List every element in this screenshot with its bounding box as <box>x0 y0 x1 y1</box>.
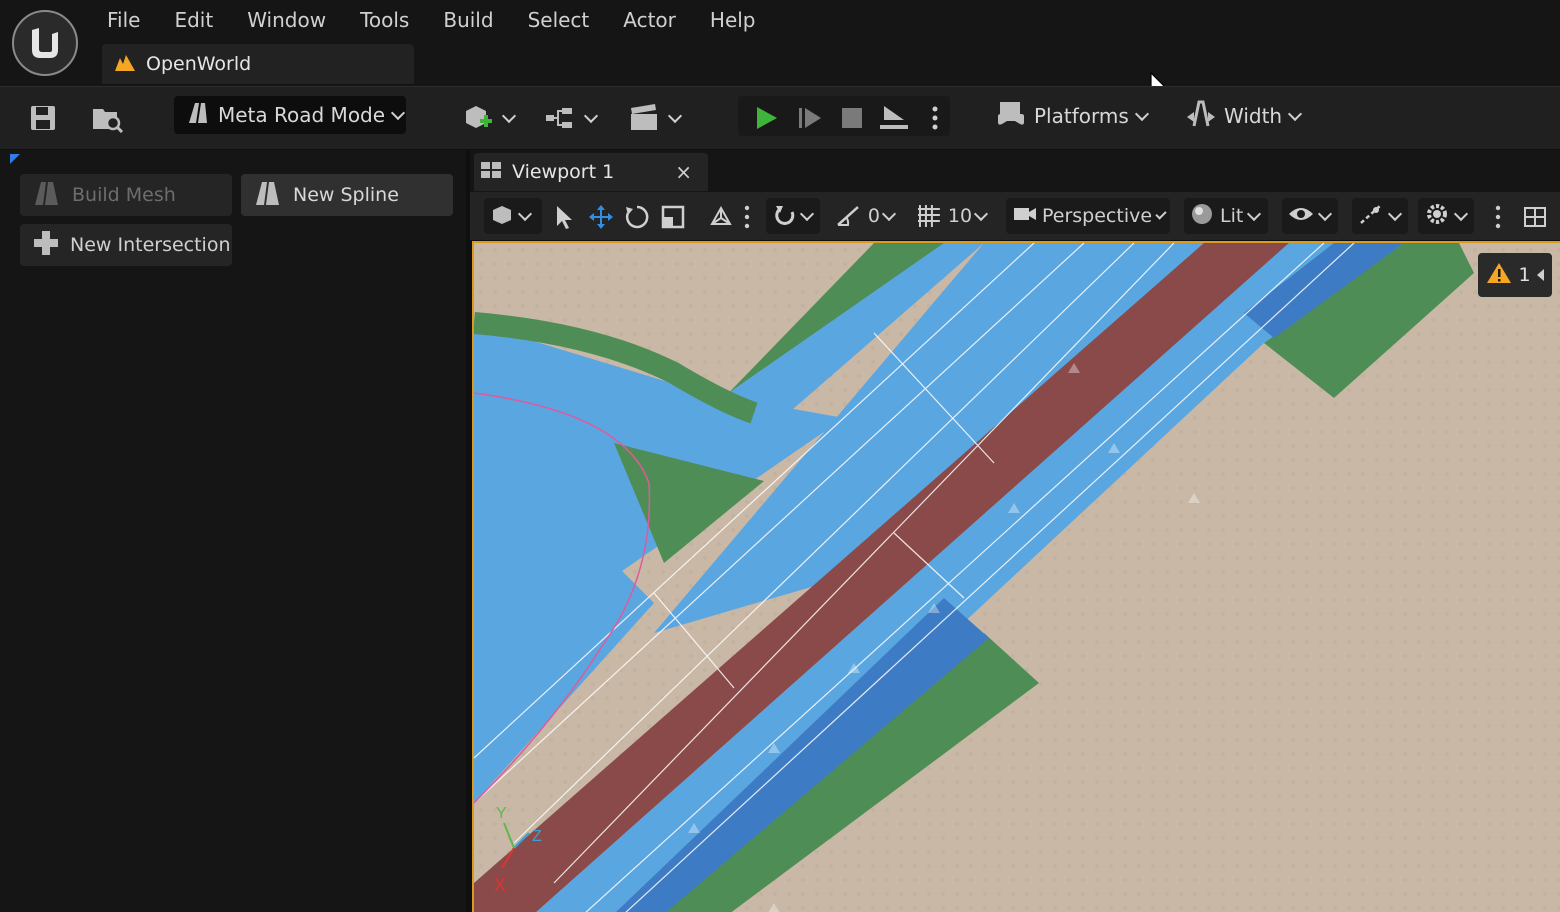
level-viewport[interactable]: Y Z X <box>472 241 1560 912</box>
viewport-tab[interactable]: Viewport 1 × <box>474 153 708 191</box>
more-options-icon[interactable] <box>1494 204 1502 234</box>
cinematics-button[interactable] <box>624 98 684 138</box>
blueprints-button[interactable] <box>540 98 600 138</box>
chevron-down-icon <box>799 206 815 221</box>
select-mode-button[interactable] <box>484 198 542 234</box>
build-mesh-label: Build Mesh <box>72 184 176 206</box>
eye-icon <box>1288 205 1314 227</box>
more-options-icon[interactable] <box>744 204 750 234</box>
show-flags-button[interactable] <box>1282 198 1338 234</box>
build-mesh-icon <box>32 179 62 211</box>
intersection-icon <box>32 229 60 261</box>
warning-count: 1 <box>1518 264 1531 286</box>
new-spline-label: New Spline <box>293 184 399 206</box>
menu-help[interactable]: Help <box>693 4 773 36</box>
layout-grid-icon[interactable] <box>1522 204 1548 234</box>
gamepad-icon <box>996 100 1026 132</box>
chevron-down-icon <box>1317 206 1333 221</box>
warning-icon <box>1486 261 1512 289</box>
menu-tools[interactable]: Tools <box>343 4 426 36</box>
select-arrow-icon[interactable] <box>552 204 576 234</box>
level-tab-title: OpenWorld <box>146 53 252 75</box>
surface-snap-button[interactable] <box>766 198 820 234</box>
rotation-snap-button[interactable]: 0 <box>828 198 900 234</box>
platforms-button[interactable]: Platforms <box>996 96 1149 136</box>
chevron-left-icon <box>1536 269 1544 281</box>
camera-icon <box>1012 204 1038 228</box>
menu-bar: File Edit Window Tools Build Select Acto… <box>90 4 773 36</box>
viewport-tab-label: Viewport 1 <box>512 161 615 183</box>
lighting-mode-label: Lit <box>1220 205 1244 227</box>
chevron-down-icon <box>583 108 599 123</box>
road-scene: Y Z X <box>474 243 1560 912</box>
menu-edit[interactable]: Edit <box>157 4 230 36</box>
stop-icon[interactable] <box>834 98 870 138</box>
play-icon[interactable] <box>748 98 784 138</box>
chevron-down-icon <box>1387 206 1403 221</box>
new-spline-button[interactable]: New Spline <box>241 174 453 216</box>
width-button[interactable]: Width <box>1186 96 1303 136</box>
menu-build[interactable]: Build <box>426 4 510 36</box>
chevron-down-icon <box>1155 207 1167 220</box>
chevron-down-icon <box>1453 206 1469 221</box>
road-width-icon <box>1186 100 1216 132</box>
panel-corner-marker <box>10 154 20 164</box>
new-spline-icon <box>253 179 283 211</box>
chevron-down-icon <box>517 206 533 221</box>
axis-y-label: Y <box>496 805 507 822</box>
new-intersection-label: New Intersection <box>70 234 231 256</box>
more-options-icon[interactable] <box>924 98 946 138</box>
level-tab[interactable]: OpenWorld <box>102 44 414 84</box>
chevron-down-icon <box>881 206 897 221</box>
chevron-down-icon <box>667 108 683 123</box>
gear-icon <box>1424 201 1450 231</box>
road-mode-icon <box>186 101 210 129</box>
warnings-badge[interactable]: 1 <box>1478 253 1552 297</box>
mode-selector-label: Meta Road Mode <box>218 103 386 127</box>
mode-selector[interactable]: Meta Road Mode <box>174 96 406 134</box>
chevron-down-icon <box>1288 106 1303 121</box>
viewport-settings-button[interactable] <box>1418 198 1474 234</box>
lighting-mode-button[interactable]: Lit <box>1184 198 1268 234</box>
view-mode-button[interactable]: Perspective <box>1006 198 1170 234</box>
close-icon[interactable]: × <box>675 160 692 184</box>
menu-window[interactable]: Window <box>230 4 343 36</box>
chevron-down-icon <box>390 105 406 120</box>
axis-z-label: Z <box>532 828 542 845</box>
grid-snap-button[interactable]: 10 <box>910 198 992 234</box>
lit-sphere-icon <box>1190 202 1214 230</box>
chevron-down-icon <box>1247 206 1262 221</box>
unreal-logo-icon[interactable] <box>12 10 78 76</box>
browse-content-icon[interactable] <box>88 98 128 138</box>
menu-select[interactable]: Select <box>511 4 607 36</box>
realtime-icon <box>1358 202 1384 230</box>
translate-icon[interactable] <box>588 204 614 234</box>
width-label: Width <box>1224 104 1283 128</box>
save-icon[interactable] <box>24 98 62 138</box>
rotate-icon[interactable] <box>624 204 650 234</box>
realtime-button[interactable] <box>1352 198 1408 234</box>
scale-icon[interactable] <box>660 204 686 234</box>
chevron-down-icon <box>501 108 517 123</box>
build-mesh-button[interactable]: Build Mesh <box>20 174 232 216</box>
platforms-label: Platforms <box>1034 104 1129 128</box>
grid-snap-value: 10 <box>947 205 973 227</box>
chevron-down-icon <box>1134 106 1149 121</box>
rotation-snap-value: 0 <box>867 205 881 227</box>
chevron-down-icon <box>973 206 989 221</box>
eject-icon[interactable] <box>874 98 914 138</box>
axis-x-label: X <box>494 875 506 895</box>
new-intersection-button[interactable]: New Intersection <box>20 224 232 266</box>
coordinate-system-icon[interactable] <box>708 204 734 234</box>
viewport-icon <box>480 161 502 183</box>
step-icon[interactable] <box>792 98 828 138</box>
level-icon <box>114 52 136 76</box>
menu-actor[interactable]: Actor <box>606 4 693 36</box>
menu-file[interactable]: File <box>90 4 157 36</box>
view-mode-label: Perspective <box>1042 205 1153 227</box>
add-actor-button[interactable] <box>458 98 518 138</box>
